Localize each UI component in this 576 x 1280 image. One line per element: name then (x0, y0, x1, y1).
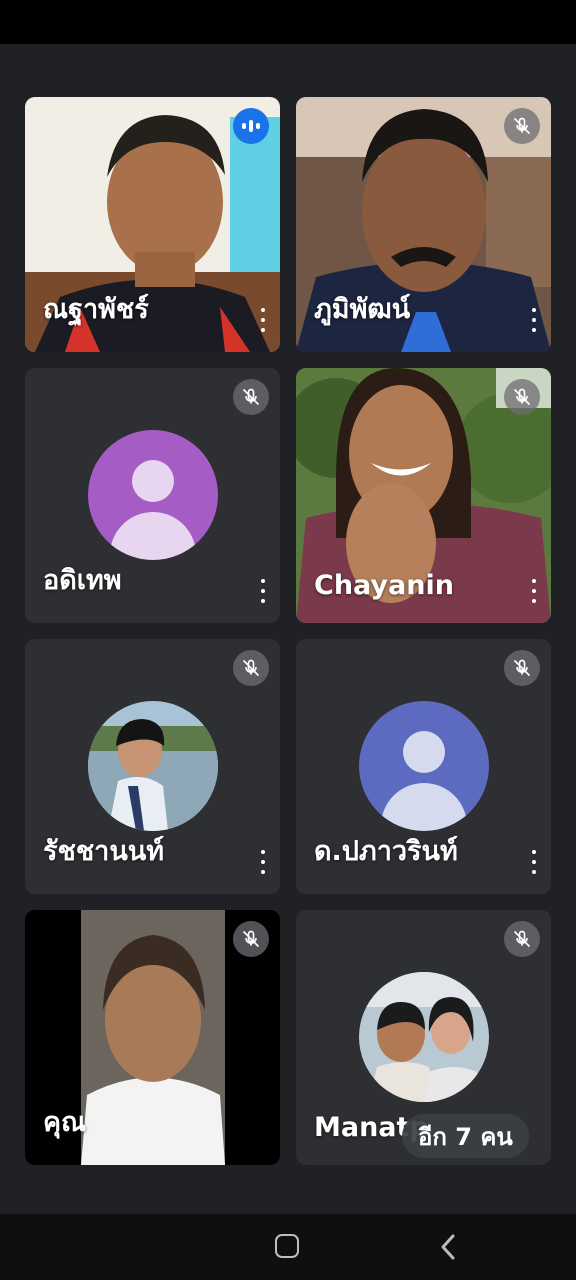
more-vert-icon[interactable] (258, 579, 268, 603)
system-navigation-bar (0, 1214, 576, 1280)
participant-name: ณฐาพัชร์ (43, 294, 149, 325)
mic-off-icon (504, 921, 540, 957)
more-vert-icon[interactable] (529, 850, 539, 874)
more-vert-icon[interactable] (258, 308, 268, 332)
participant-name: ด.ปภาวรินท์ (314, 836, 458, 867)
more-vert-icon[interactable] (529, 308, 539, 332)
avatar (88, 430, 218, 560)
mic-off-icon (504, 650, 540, 686)
participant-tile-7[interactable]: คุณ (25, 910, 280, 1165)
participant-name: ภูมิพัฒน์ (314, 294, 411, 325)
participant-tile-4[interactable]: Chayanin (296, 368, 551, 623)
avatar (359, 701, 489, 831)
participant-name: คุณ (43, 1107, 87, 1138)
speaking-indicator-icon (233, 108, 269, 144)
avatar (88, 701, 218, 831)
participant-name: รัชชานนท์ (43, 836, 165, 867)
mic-off-icon (504, 108, 540, 144)
more-vert-icon[interactable] (529, 579, 539, 603)
participant-tile-3[interactable]: อดิเทพ (25, 368, 280, 623)
participant-tile-2[interactable]: ภูมิพัฒน์ (296, 97, 551, 352)
participant-grid: ณฐาพัชร์ ภูมิพัฒน์ อดิเทพ Chayanin รัชชา… (25, 97, 552, 1165)
mic-off-icon (233, 379, 269, 415)
participant-name: Chayanin (314, 570, 454, 601)
participant-tile-5[interactable]: รัชชานนท์ (25, 639, 280, 894)
mic-off-icon (233, 650, 269, 686)
participant-name: อดิเทพ (43, 565, 122, 596)
mic-off-icon (233, 921, 269, 957)
participant-tile-6[interactable]: ด.ปภาวรินท์ (296, 639, 551, 894)
more-participants-button[interactable]: อีก 7 คน (402, 1114, 529, 1158)
status-bar (0, 0, 576, 44)
mic-off-icon (504, 379, 540, 415)
back-icon[interactable] (438, 1233, 458, 1261)
more-vert-icon[interactable] (258, 850, 268, 874)
avatar (359, 972, 489, 1102)
participant-tile-1[interactable]: ณฐาพัชร์ (25, 97, 280, 352)
home-icon[interactable] (275, 1234, 299, 1258)
